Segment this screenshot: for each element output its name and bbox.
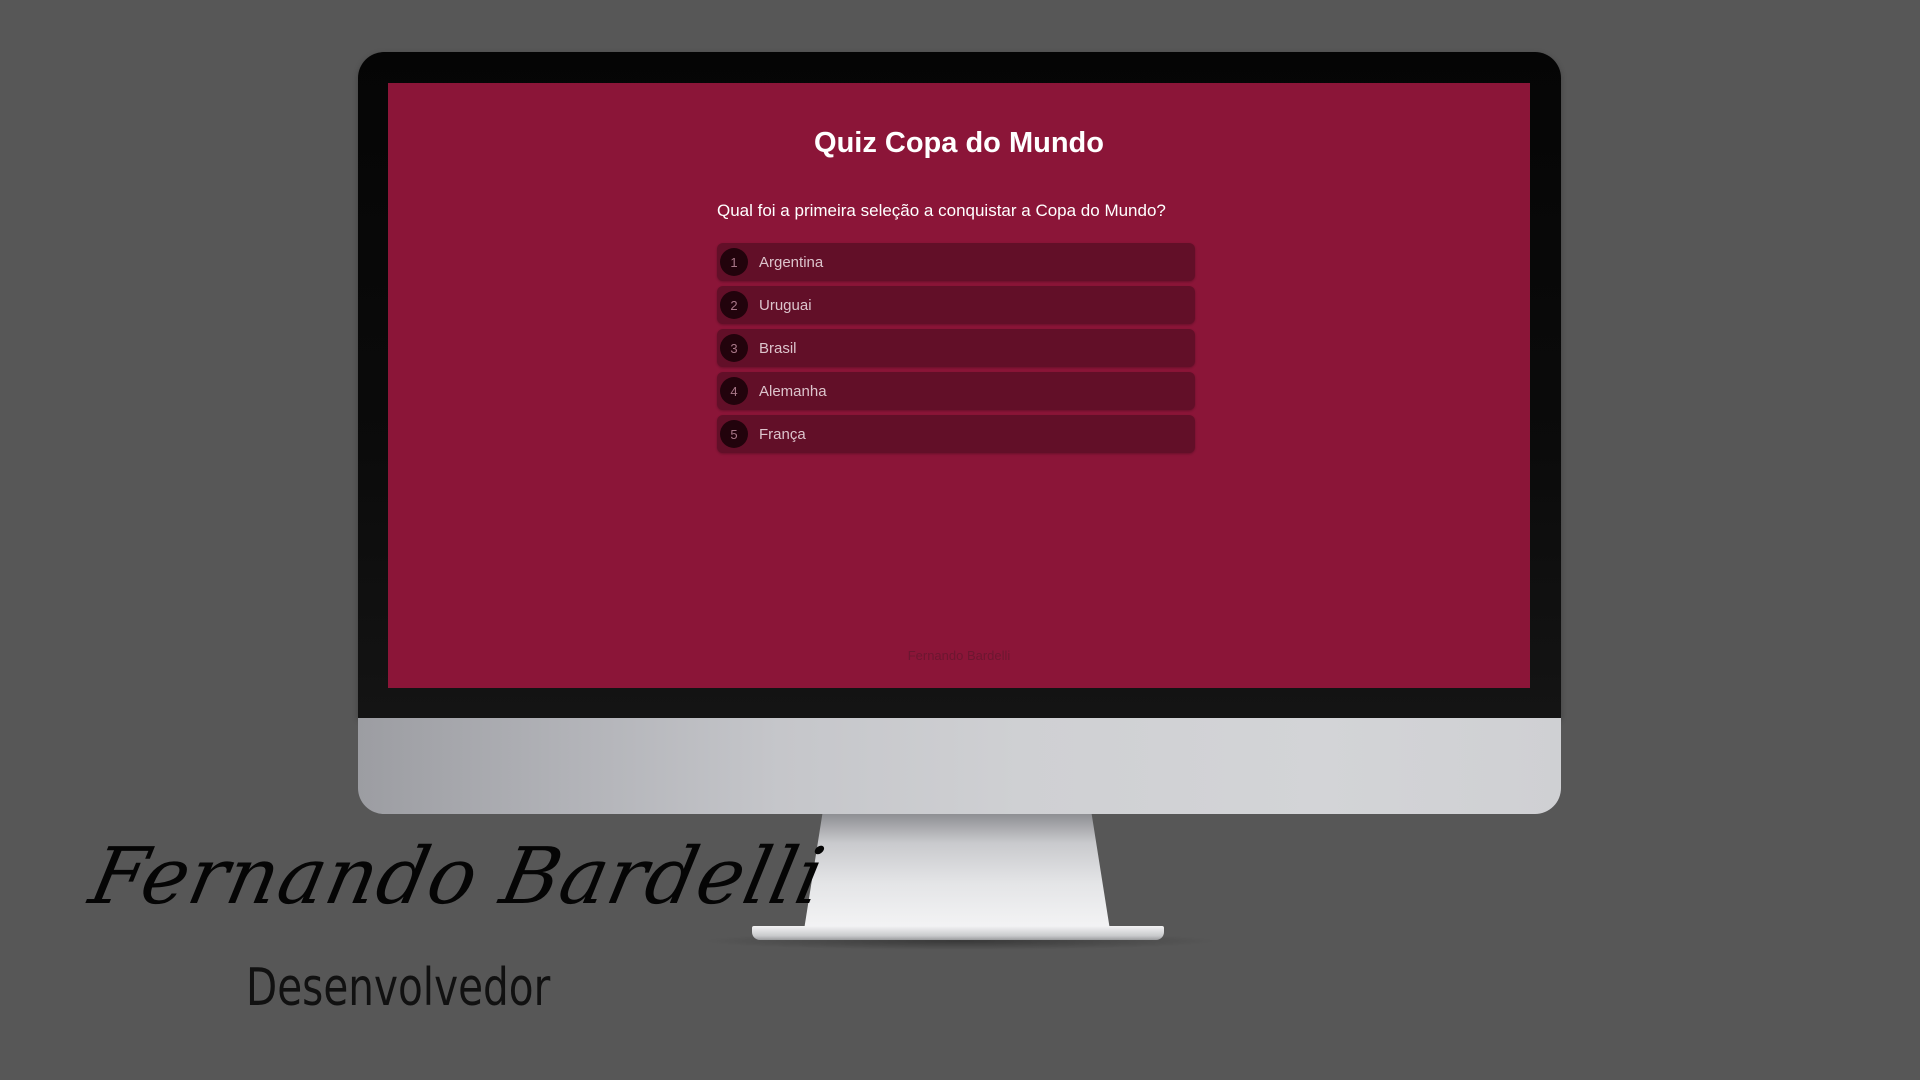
answer-option-1[interactable]: 1 Argentina xyxy=(717,243,1195,281)
answer-label: Alemanha xyxy=(759,382,827,400)
monitor-chin xyxy=(358,718,1561,814)
monitor-stand-base xyxy=(752,926,1164,940)
answer-number-badge: 1 xyxy=(720,248,748,276)
author-signature: Fernando Bardelli xyxy=(82,832,833,922)
answer-number-badge: 4 xyxy=(720,377,748,405)
monitor-stand-neck xyxy=(804,814,1110,930)
answer-number-badge: 5 xyxy=(720,420,748,448)
quiz-title: Quiz Copa do Mundo xyxy=(814,127,1104,159)
answer-label: França xyxy=(759,425,806,443)
answer-number-badge: 2 xyxy=(720,291,748,319)
answer-label: Uruguai xyxy=(759,296,812,314)
answer-option-4[interactable]: 4 Alemanha xyxy=(717,372,1195,410)
answer-label: Argentina xyxy=(759,253,824,271)
answer-option-5[interactable]: 5 França xyxy=(717,415,1195,453)
answer-option-2[interactable]: 2 Uruguai xyxy=(717,286,1195,324)
quiz-question: Qual foi a primeira seleção a conquistar… xyxy=(717,201,1166,220)
answer-number-badge: 3 xyxy=(720,334,748,362)
answer-option-3[interactable]: 3 Brasil xyxy=(717,329,1195,367)
author-role: Desenvolvedor xyxy=(246,958,551,1018)
presentation-stage: Quiz Copa do Mundo Qual foi a primeira s… xyxy=(0,0,1920,1080)
quiz-screen: Quiz Copa do Mundo Qual foi a primeira s… xyxy=(388,83,1530,688)
footer-credit: Fernando Bardelli xyxy=(907,648,1011,663)
answer-list: 1 Argentina 2 Uruguai 3 Brasil 4 Alemanh… xyxy=(717,243,1195,458)
answer-label: Brasil xyxy=(759,339,797,357)
